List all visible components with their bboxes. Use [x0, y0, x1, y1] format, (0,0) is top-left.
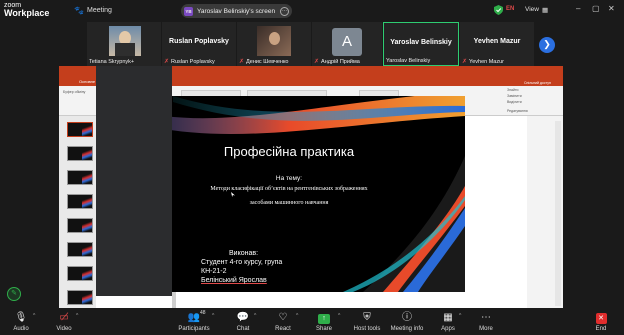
participant-name: ✗ Yevhen Mazur: [462, 58, 504, 66]
participant-photo: [257, 26, 291, 56]
minimize-icon[interactable]: –: [576, 4, 580, 13]
share-icon: ↑: [318, 314, 330, 324]
participant-display-name: Yaroslav Belinskiy: [390, 39, 452, 46]
slide-author-line3: Белінський Ярослав: [201, 277, 267, 284]
video-options-caret-icon[interactable]: ^: [76, 313, 78, 319]
slide-author-line1: Студент 4-го курсу, група: [201, 259, 283, 266]
slide-thumbnail[interactable]: [67, 194, 93, 210]
logo-line2: Workplace: [4, 8, 50, 18]
slide-thumbnail[interactable]: [67, 122, 93, 138]
annotation-pen-icon[interactable]: ✎: [7, 287, 21, 301]
sharer-avatar: YB: [184, 6, 193, 16]
mic-muted-icon: ✗: [164, 59, 170, 65]
view-grid-icon: ▦: [541, 7, 549, 14]
participants-count-badge: 48: [200, 310, 206, 316]
editing-group-label: Редагування: [507, 109, 528, 113]
participant-tile[interactable]: Yevhen Mazur ✗ Yevhen Mazur: [460, 22, 534, 66]
apps-options-caret-icon[interactable]: ^: [459, 313, 461, 319]
language-indicator[interactable]: EN: [506, 6, 514, 12]
mic-muted-icon: ✗: [239, 59, 245, 65]
bottom-toolbar: 🎙 Audio ^ ▭̸ Video ^ 👥 Participants 48 ^…: [0, 309, 624, 335]
participant-tile-active-speaker[interactable]: Yaroslav Belinskiy Yaroslav Belinskiy: [383, 22, 459, 66]
clipboard-group-label: Буфер обміну: [63, 90, 86, 94]
react-options-caret-icon[interactable]: ^: [296, 313, 298, 319]
maximize-icon[interactable]: ▢: [592, 4, 600, 13]
right-pane: [527, 116, 563, 308]
meeting-info-button[interactable]: ⓘ Meeting info: [388, 312, 426, 332]
share-pill-text: Yaroslav Belinskiy's screen: [197, 7, 276, 15]
paw-icon: 🐾: [74, 6, 84, 15]
more-icon: ⋯: [481, 312, 491, 323]
close-icon[interactable]: ✕: [608, 4, 615, 13]
share-access-button[interactable]: Спільний доступ: [524, 81, 551, 85]
meeting-label[interactable]: 🐾 Meeting: [74, 6, 112, 15]
host-tools-button[interactable]: ⛨ Host tools: [350, 312, 384, 332]
slide-thumbnail[interactable]: [67, 146, 93, 162]
select-button[interactable]: Виділити: [507, 100, 522, 104]
participant-display-name: Yevhen Mazur: [473, 38, 521, 45]
security-shield-icon[interactable]: [494, 5, 503, 15]
mic-muted-icon: ✗: [314, 59, 320, 65]
zoom-logo: zoom Workplace: [4, 2, 49, 18]
share-options-caret-icon[interactable]: ^: [338, 313, 340, 319]
slide-author-line2: КН-21-2: [201, 268, 227, 275]
more-options-icon[interactable]: ···: [280, 6, 289, 16]
participants-icon: 👥: [187, 312, 201, 323]
react-icon: ♡: [278, 312, 288, 323]
vertical-scrollbar[interactable]: [555, 121, 561, 306]
participant-tile[interactable]: Ruslan Poplavsky ✗ Ruslan Poplavsky: [162, 22, 236, 66]
find-button[interactable]: Знайти: [507, 88, 519, 92]
slide-thumbnail[interactable]: [67, 266, 93, 282]
next-participants-button[interactable]: ❯: [539, 37, 555, 53]
slide-thumbnail[interactable]: [67, 218, 93, 234]
participant-tile[interactable]: A ✗ Андрій Приймa: [312, 22, 382, 66]
react-button[interactable]: ♡ React: [266, 312, 300, 332]
participant-name: ✗ Ruslan Poplavsky: [164, 58, 215, 66]
participant-photo: [109, 26, 141, 56]
more-button[interactable]: ⋯ More: [469, 312, 503, 332]
mic-muted-icon: ✗: [462, 59, 468, 65]
participant-name: ✗ Андрій Приймa: [314, 58, 360, 66]
replace-button[interactable]: Замінити: [507, 94, 522, 98]
end-button[interactable]: ✕ End: [584, 312, 618, 332]
top-bar: zoom Workplace 🐾 Meeting YB Yaroslav Bel…: [0, 0, 624, 22]
slide-thumbnail[interactable]: [67, 170, 93, 186]
share-indicator-pill[interactable]: YB Yaroslav Belinskiy's screen ···: [181, 4, 292, 18]
tab-home[interactable]: Основне: [79, 79, 95, 84]
participants-button[interactable]: 👥 Participants: [176, 312, 212, 332]
participant-strip: Tetiana Skrypnyk+ Ruslan Poplavsky ✗ Rusl…: [0, 22, 624, 68]
slide-thumbnail[interactable]: [67, 242, 93, 258]
slide-author-label: Виконав:: [229, 250, 259, 257]
participant-name: ✗ Денис Шевченко: [239, 58, 289, 66]
share-button[interactable]: ↑ Share: [307, 312, 341, 332]
view-menu[interactable]: View ▦: [525, 6, 548, 14]
slide-thumbnail[interactable]: [67, 290, 93, 306]
participant-avatar: A: [332, 28, 362, 56]
slide-thumbnails-pane: [59, 116, 96, 308]
participants-options-caret-icon[interactable]: ^: [212, 313, 214, 319]
chat-options-caret-icon[interactable]: ^: [254, 313, 256, 319]
info-icon: ⓘ: [402, 312, 412, 323]
overlay-panel: [96, 66, 172, 296]
participant-name: Tetiana Skrypnyk+: [89, 59, 135, 65]
view-label: View: [525, 6, 539, 13]
meeting-label-text: Meeting: [87, 7, 112, 14]
shield-icon: ⛨: [363, 312, 371, 323]
participant-name: Yaroslav Belinskiy: [386, 58, 431, 64]
end-icon: ✕: [595, 313, 607, 324]
participant-tile[interactable]: Tetiana Skrypnyk+: [87, 22, 161, 66]
audio-options-caret-icon[interactable]: ^: [33, 313, 35, 319]
participant-tile[interactable]: ✗ Денис Шевченко: [237, 22, 311, 66]
participant-display-name: Ruslan Poplavsky: [169, 38, 229, 45]
